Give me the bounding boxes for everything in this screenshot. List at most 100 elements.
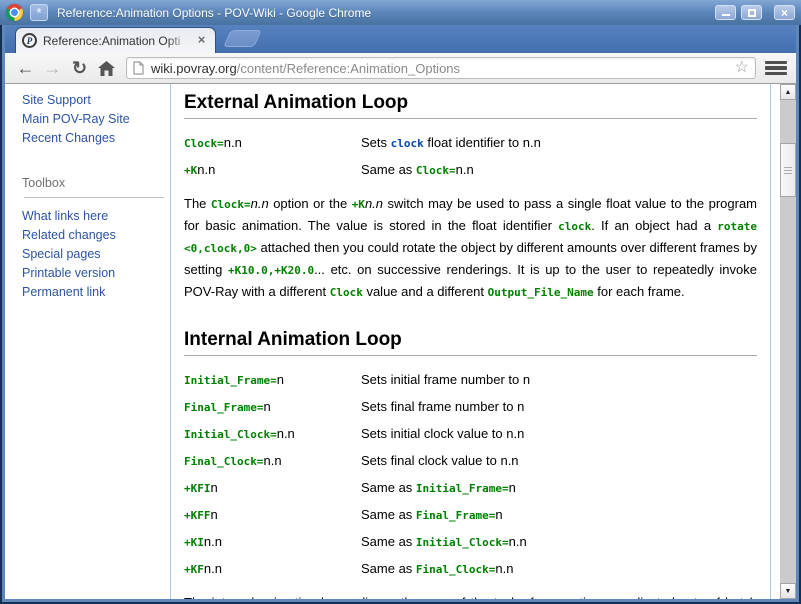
url-path: /content/Reference:Animation_Options — [237, 61, 460, 76]
scroll-down-button[interactable]: ▼ — [780, 583, 796, 599]
hamburger-icon — [765, 61, 787, 65]
bookmark-star-icon[interactable]: ☆ — [735, 60, 749, 76]
text-segment: n.n — [263, 453, 281, 468]
definition-row: Clock=n.n Sets clock float identifier to… — [184, 136, 757, 151]
definition-row: +KFFn Same as Final_Frame=n — [184, 508, 757, 523]
text-segment: The internal animation loop relieves the… — [184, 595, 757, 599]
window-frame: P Reference:Animation Opti × ← → ↻ — [0, 25, 801, 604]
toolbox-header: Toolbox — [22, 174, 170, 193]
text-segment: n.n — [251, 196, 269, 211]
sidebar-link[interactable]: What links here — [22, 207, 170, 226]
definition-row: +Kn.n Same as Clock=n.n — [184, 163, 757, 178]
option-term: Final_Frame=n — [184, 400, 361, 415]
url-host: wiki.povray.org — [151, 61, 237, 76]
minimize-button[interactable] — [715, 5, 736, 20]
tab-reference-animation-options[interactable]: P Reference:Animation Opti × — [15, 27, 216, 53]
article-content: External Animation Loop Clock=n.n Sets c… — [170, 84, 771, 599]
text-segment: +K — [184, 164, 197, 177]
sidebar-link[interactable]: Permanent link — [22, 283, 170, 302]
text-segment: +K — [352, 198, 365, 211]
sidebar-link[interactable]: Printable version — [22, 264, 170, 283]
option-description: Sets clock float identifier to n.n — [361, 136, 757, 151]
text-segment: n.n — [495, 561, 513, 576]
text-segment: for each frame. — [594, 284, 685, 299]
close-button[interactable]: × — [774, 5, 795, 20]
maximize-button[interactable] — [741, 5, 762, 20]
chrome-logo-icon — [6, 4, 23, 21]
text-segment: float identifier to n.n — [424, 135, 541, 150]
text-segment: option or the — [269, 196, 352, 211]
text-segment: Sets final frame number to n — [361, 399, 524, 414]
scroll-up-button[interactable]: ▲ — [780, 84, 796, 100]
text-segment: n — [509, 480, 516, 495]
vertical-scrollbar[interactable]: ▲ ▼ — [780, 84, 796, 599]
back-button[interactable]: ← — [12, 55, 39, 82]
text-segment: n.n — [509, 534, 527, 549]
text-segment: Same as — [361, 480, 416, 495]
text-segment: Initial_Frame= — [184, 374, 277, 387]
page-icon — [133, 61, 144, 75]
text-segment: Output_File_Name — [488, 286, 594, 299]
definition-list: Clock= n.n Sets clock float identifier to… — [184, 136, 757, 178]
text-segment: Sets initial clock value to n.n — [361, 426, 524, 441]
section-heading-internal-animation-loop: Internal Animation Loop — [184, 326, 757, 356]
text-segment: Same as — [361, 534, 416, 549]
window-menu-button[interactable]: * — [30, 4, 48, 21]
text-segment: n — [211, 507, 218, 522]
wiki-sidebar: Site Support Main POV-Ray Site Recent Ch… — [5, 84, 170, 599]
maximize-icon — [748, 9, 756, 17]
page-viewport: Site Support Main POV-Ray Site Recent Ch… — [5, 84, 796, 599]
toolbox-list: What links here Related changes Special … — [22, 207, 170, 302]
section-heading-external-animation-loop: External Animation Loop — [184, 89, 757, 119]
text-segment: n.n — [197, 162, 215, 177]
sidebar-link[interactable]: Main POV-Ray Site — [22, 110, 170, 129]
text-segment: Sets — [361, 135, 391, 150]
text-segment: Clock= — [416, 164, 456, 177]
text-segment: +K10.0,+K20.0 — [228, 264, 314, 277]
option-description: Sets initial frame number to n — [361, 373, 757, 388]
text-segment: Sets final clock value to n.n — [361, 453, 519, 468]
option-description: Same as Final_Frame=n — [361, 508, 757, 523]
forward-button[interactable]: → — [39, 55, 66, 82]
text-segment: Final_Clock= — [416, 563, 495, 576]
option-term: +KFFn — [184, 508, 361, 523]
option-description: Same as Clock=n.n — [361, 163, 757, 178]
option-description: Same as Final_Clock=n.n — [361, 562, 757, 577]
code-link[interactable]: clock — [391, 137, 424, 150]
text-segment: The — [184, 196, 211, 211]
text-segment: n — [495, 507, 502, 522]
navigation-toolbar: ← → ↻ wiki.povray.org/content/Reference:… — [5, 53, 796, 84]
text-segment: n — [277, 372, 284, 387]
text-segment: Initial_Frame= — [416, 482, 509, 495]
home-button[interactable] — [93, 55, 120, 82]
tab-close-icon[interactable]: × — [194, 33, 209, 48]
text-segment: Clock= — [211, 198, 251, 211]
povray-favicon-icon: P — [22, 33, 37, 48]
text-segment: Final_Clock= — [184, 455, 263, 468]
text-segment: n.n — [204, 534, 222, 549]
text-segment: n.n — [365, 196, 383, 211]
sidebar-divider — [24, 197, 164, 198]
address-bar[interactable]: wiki.povray.org/content/Reference:Animat… — [126, 57, 756, 79]
tab-strip: P Reference:Animation Opti × — [5, 25, 796, 53]
definition-row: Final_Frame=n Sets final frame number to… — [184, 400, 757, 415]
option-term: +Kn.n — [184, 163, 361, 178]
text-segment: Same as — [361, 162, 416, 177]
scrollbar-thumb[interactable] — [780, 143, 796, 197]
new-tab-button[interactable] — [223, 30, 262, 47]
reload-button[interactable]: ↻ — [66, 55, 93, 82]
sidebar-link[interactable]: Related changes — [22, 226, 170, 245]
url-text[interactable]: wiki.povray.org/content/Reference:Animat… — [151, 61, 729, 76]
title-bar: * Reference:Animation Options - POV-Wiki… — [0, 0, 801, 25]
definition-row: Initial_Clock=n.n Sets initial clock val… — [184, 427, 757, 442]
sidebar-link[interactable]: Special pages — [22, 245, 170, 264]
thumb-grip — [784, 167, 792, 168]
option-term: Initial_Clock=n.n — [184, 427, 361, 442]
sidebar-link[interactable]: Site Support — [22, 91, 170, 110]
chrome-menu-button[interactable] — [765, 57, 787, 79]
sidebar-link[interactable]: Recent Changes — [22, 129, 170, 148]
definition-row: +KFn.n Same as Final_Clock=n.n — [184, 562, 757, 577]
home-icon — [98, 61, 115, 76]
text-segment: Clock= — [184, 137, 224, 150]
browser-window: * Reference:Animation Options - POV-Wiki… — [0, 0, 801, 604]
